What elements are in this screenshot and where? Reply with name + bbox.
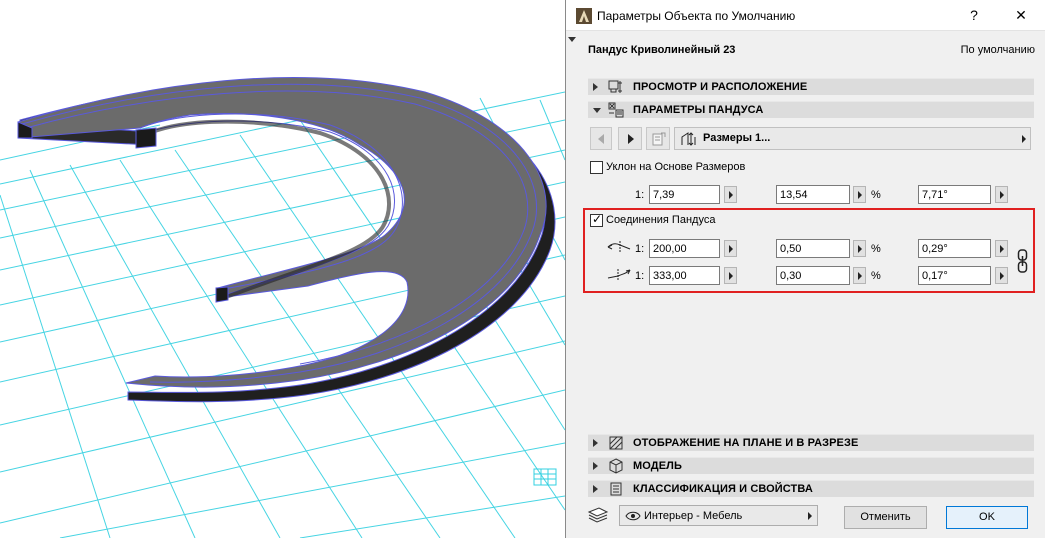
- slope-by-dimensions-label: Уклон на Основе Размеров: [606, 161, 746, 173]
- ramp-end-connection-icon: [607, 269, 631, 280]
- section-label: ПРОСМОТР И РАСПОЛОЖЕНИЕ: [633, 81, 808, 93]
- section-ramp-params[interactable]: ПАРАМЕТРЫ ПАНДУСА: [588, 101, 1034, 118]
- close-icon[interactable]: ✕: [1010, 4, 1032, 26]
- connection-1-angle-arrow-button[interactable]: [995, 240, 1008, 257]
- connection-2-angle-arrow-button[interactable]: [995, 267, 1008, 284]
- connection-1-percent-field[interactable]: [776, 239, 850, 258]
- connection-1-percent-unit: %: [871, 243, 881, 255]
- collapse-icon: [593, 108, 601, 113]
- ok-button[interactable]: OK: [946, 506, 1028, 529]
- connection-2-percent-field[interactable]: [776, 266, 850, 285]
- expand-icon: [593, 485, 598, 493]
- ramp-connections-label: Соединения Пандуса: [606, 214, 716, 226]
- ramp-start-connection-icon: [607, 241, 631, 252]
- slope-angle-field[interactable]: [918, 185, 991, 204]
- page-settings-icon: [652, 132, 666, 146]
- section-label: ОТОБРАЖЕНИЕ НА ПЛАНЕ И В РАЗРЕЗЕ: [633, 437, 859, 449]
- page-settings-button[interactable]: [646, 127, 670, 150]
- grid-snap-icon: [533, 468, 557, 486]
- slope-angle-arrow-button[interactable]: [995, 186, 1008, 203]
- classification-icon: [610, 482, 622, 496]
- arrow-right-icon: [628, 134, 634, 144]
- connection-2-ratio-field[interactable]: [649, 266, 720, 285]
- next-page-button[interactable]: [618, 127, 642, 150]
- section-model[interactable]: МОДЕЛЬ: [588, 457, 1034, 474]
- dropdown-arrow-icon: [1022, 135, 1026, 143]
- floor-plan-icon: [609, 436, 623, 450]
- section-label: МОДЕЛЬ: [633, 460, 682, 472]
- default-object-settings-dialog: Параметры Объекта по Умолчанию ? ✕ Панду…: [565, 0, 1045, 538]
- connection-1-ratio-prefix: 1:: [635, 243, 645, 255]
- connection-1-ratio-field[interactable]: [649, 239, 720, 258]
- arrow-left-icon: [598, 134, 604, 144]
- slope-ratio-field[interactable]: [649, 185, 720, 204]
- checkmark-icon: ✓: [592, 212, 603, 226]
- 3d-viewport[interactable]: [0, 0, 565, 538]
- connection-2-ratio-arrow-button[interactable]: [724, 267, 737, 284]
- ramp-connections-checkbox[interactable]: ✓: [590, 212, 603, 227]
- connection-2-percent-arrow-button[interactable]: [853, 267, 866, 284]
- curved-ramp: [17, 77, 556, 403]
- ramp-3d-view: [0, 77, 565, 538]
- archicad-icon: [576, 8, 592, 24]
- connection-1-percent-arrow-button[interactable]: [853, 240, 866, 257]
- dialog-titlebar: Параметры Объекта по Умолчанию ? ✕: [566, 0, 1045, 31]
- chain-link-icon[interactable]: [1017, 249, 1028, 273]
- layer-dropdown[interactable]: Интерьер - Мебель: [619, 505, 818, 526]
- default-label: По умолчанию: [960, 44, 1035, 56]
- page-dropdown[interactable]: Размеры 1...: [674, 127, 1031, 150]
- preview-icon: [608, 80, 622, 93]
- expand-icon: [593, 83, 598, 91]
- dialog-title: Параметры Объекта по Умолчанию: [597, 9, 796, 23]
- prev-page-button[interactable]: [590, 127, 612, 150]
- ramp-params-icon: [608, 102, 624, 118]
- section-label: КЛАССИФИКАЦИЯ И СВОЙСТВА: [633, 483, 813, 495]
- slope-by-dimensions-checkbox[interactable]: [590, 161, 603, 174]
- help-icon[interactable]: ?: [963, 4, 985, 26]
- dropdown-arrow-icon: [808, 512, 812, 520]
- layer-dropdown-label: Интерьер - Мебель: [644, 510, 743, 522]
- connection-2-ratio-prefix: 1:: [635, 270, 645, 282]
- layer-icon: [587, 507, 609, 523]
- slope-ratio-arrow-button[interactable]: [724, 186, 737, 203]
- expand-icon: [593, 462, 598, 470]
- section-preview[interactable]: ПРОСМОТР И РАСПОЛОЖЕНИЕ: [588, 78, 1034, 95]
- eye-icon: [625, 511, 641, 521]
- ramp-dimensions-icon: [681, 132, 696, 146]
- slope-ratio-prefix: 1:: [635, 189, 645, 201]
- model-cube-icon: [609, 458, 623, 474]
- slope-percent-unit: %: [871, 189, 881, 201]
- section-classification[interactable]: КЛАССИФИКАЦИЯ И СВОЙСТВА: [588, 480, 1034, 497]
- connection-1-ratio-arrow-button[interactable]: [724, 240, 737, 257]
- connection-1-angle-field[interactable]: [918, 239, 991, 258]
- slope-percent-field[interactable]: [776, 185, 850, 204]
- object-name: Пандус Криволинейный 23: [588, 44, 736, 56]
- connection-2-percent-unit: %: [871, 270, 881, 282]
- section-floor-plan[interactable]: ОТОБРАЖЕНИЕ НА ПЛАНЕ И В РАЗРЕЗЕ: [588, 434, 1034, 451]
- header-collapse-icon[interactable]: [568, 37, 576, 42]
- section-label: ПАРАМЕТРЫ ПАНДУСА: [633, 104, 764, 116]
- cancel-button[interactable]: Отменить: [844, 506, 927, 529]
- page-dropdown-label: Размеры 1...: [703, 132, 771, 144]
- connection-2-angle-field[interactable]: [918, 266, 991, 285]
- expand-icon: [593, 439, 598, 447]
- slope-percent-arrow-button[interactable]: [853, 186, 866, 203]
